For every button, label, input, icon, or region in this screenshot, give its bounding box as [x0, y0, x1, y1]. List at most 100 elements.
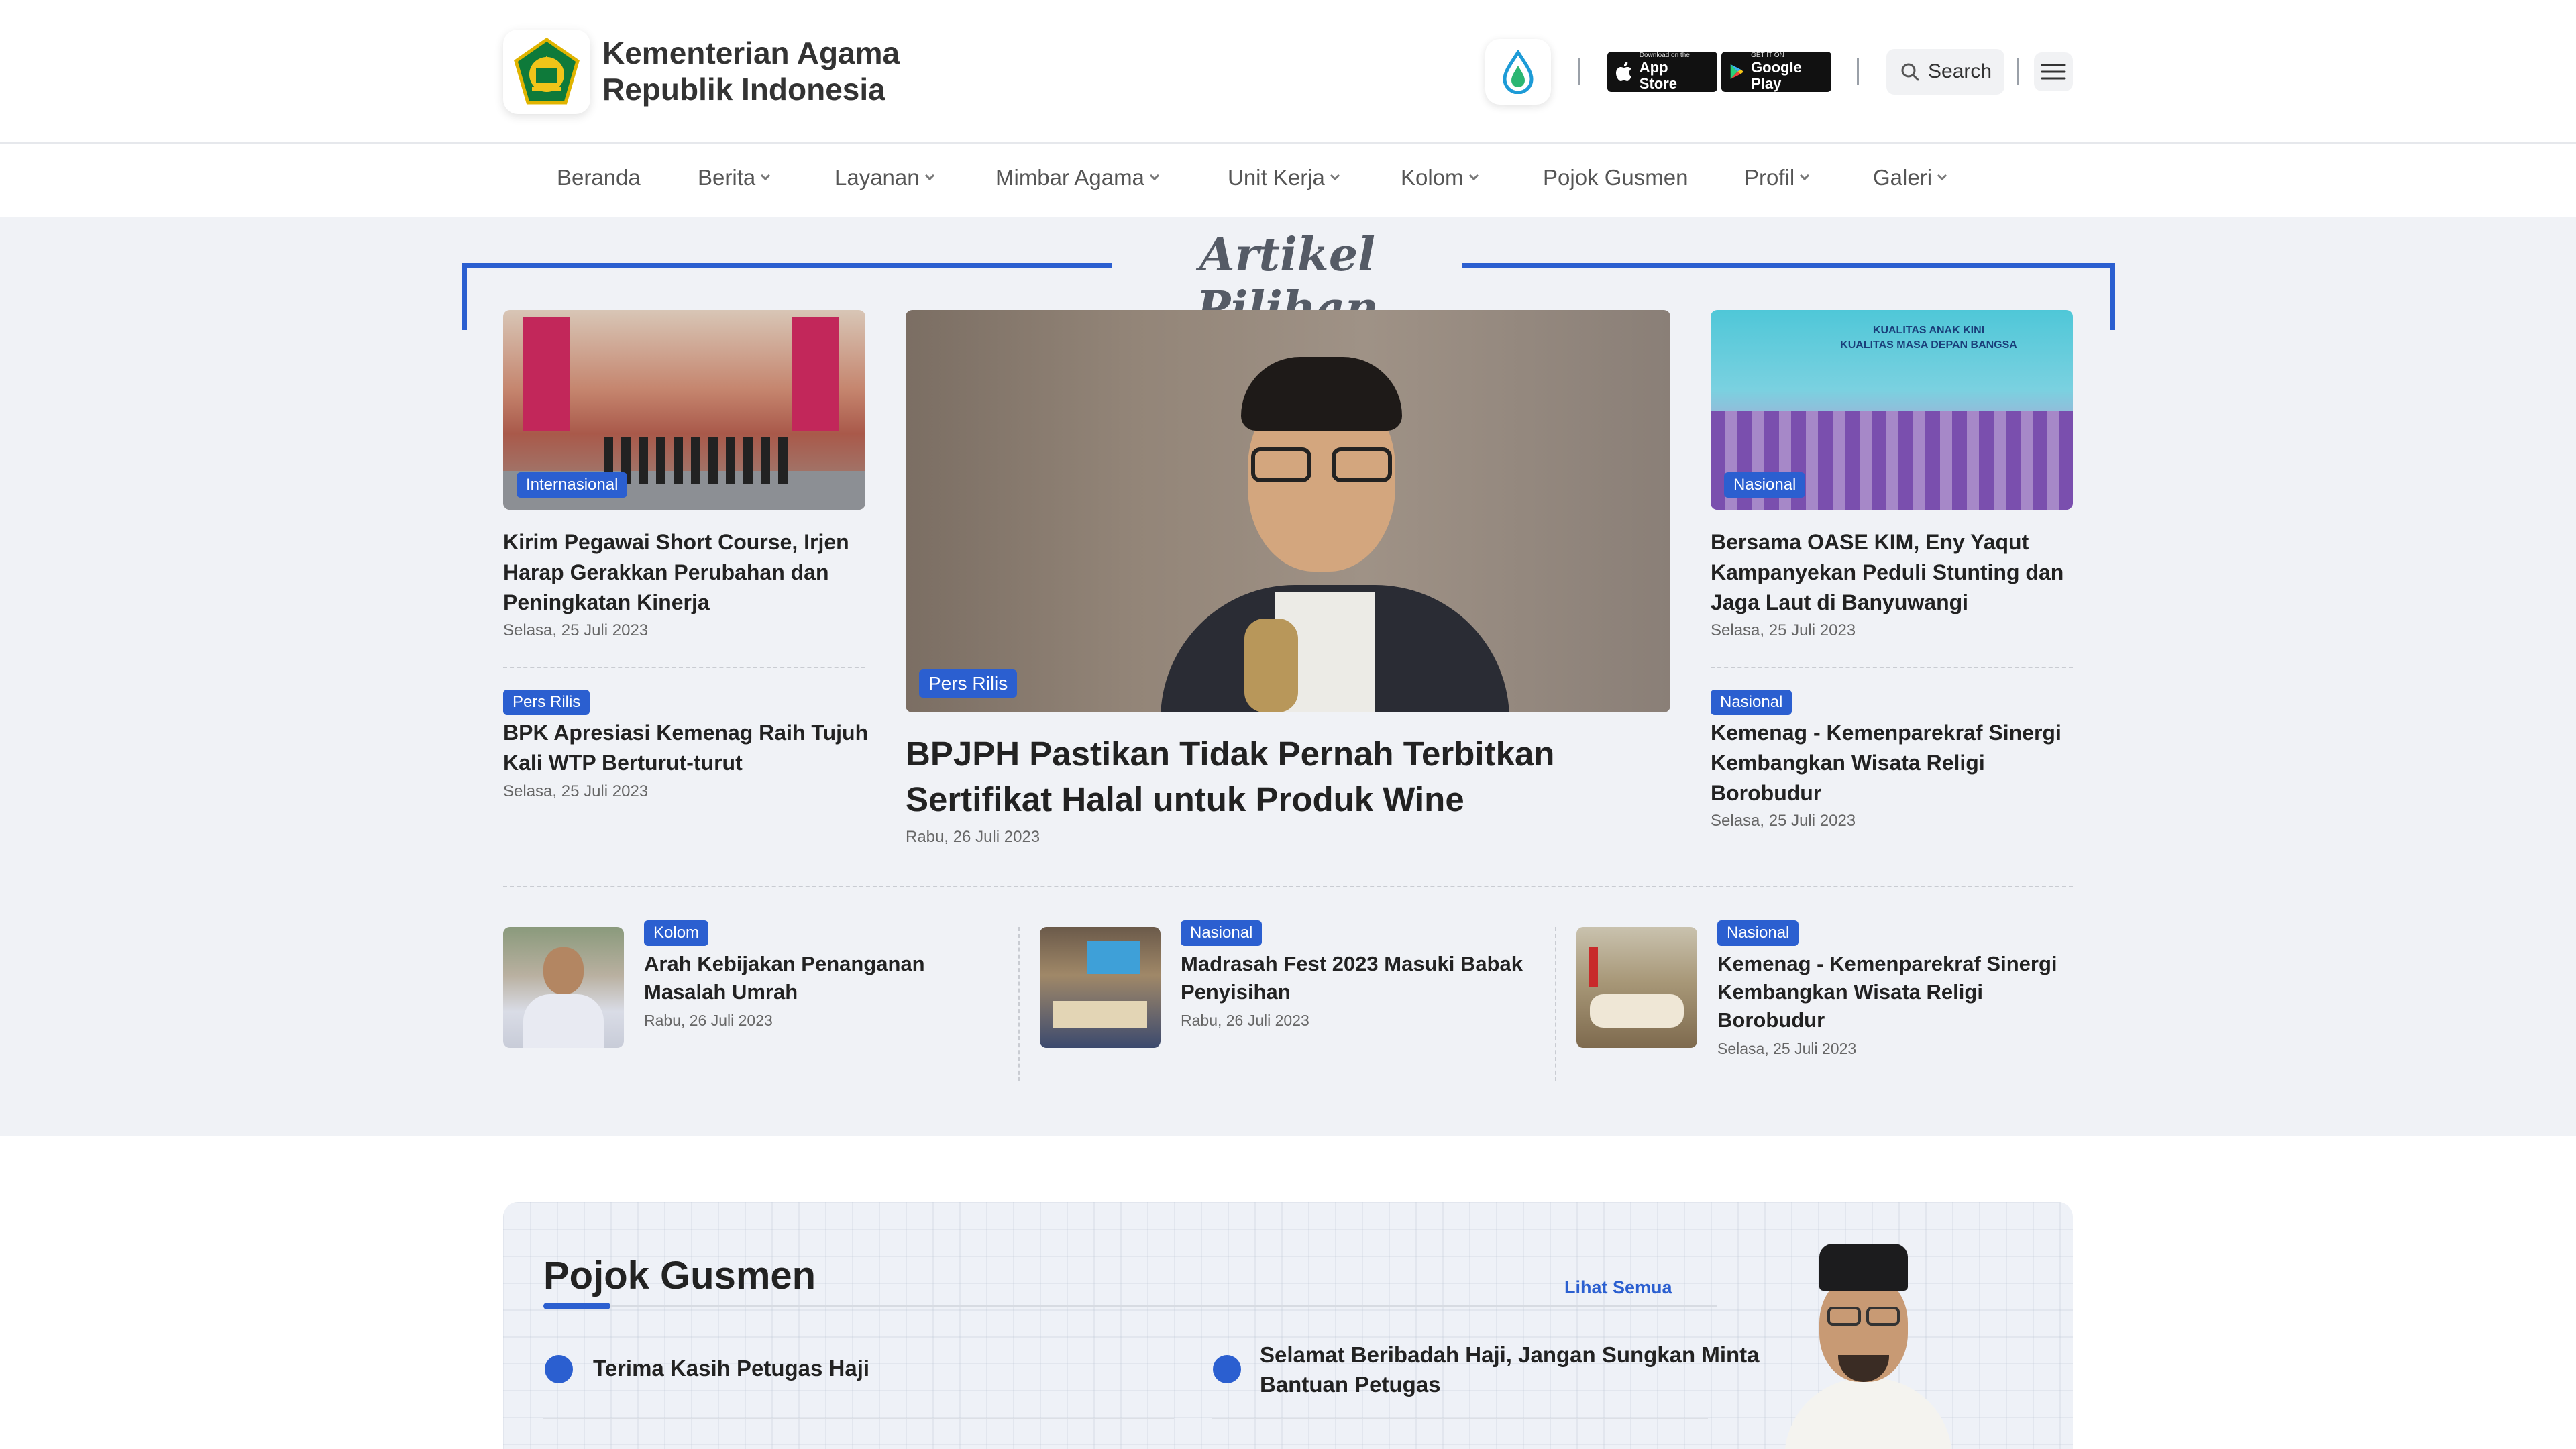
title-rule — [610, 1305, 1717, 1307]
chevron-down-icon — [924, 170, 934, 181]
category-badge[interactable]: Nasional — [1711, 690, 1792, 715]
article-date: Selasa, 25 Juli 2023 — [503, 621, 649, 639]
chevron-down-icon — [761, 170, 771, 181]
glasses-decoration — [1866, 1307, 1900, 1326]
pusaka-app-button[interactable] — [1485, 39, 1551, 105]
header-divider — [2017, 58, 2019, 85]
bullet-icon — [545, 1355, 573, 1383]
app-store-label: App Store — [1639, 59, 1678, 92]
header-divider — [1857, 58, 1859, 85]
nav-item-beranda[interactable]: Beranda — [557, 165, 641, 191]
drop-logo-icon — [1503, 50, 1534, 94]
shirt-decoration — [1784, 1378, 1952, 1449]
search-button[interactable]: Search — [1886, 49, 2004, 95]
desk-decoration — [1053, 1001, 1147, 1028]
divider — [1018, 927, 1020, 1081]
glasses-decoration — [1251, 447, 1311, 482]
category-badge[interactable]: Kolom — [644, 920, 709, 946]
screen-decoration — [1087, 941, 1140, 974]
chevron-down-icon — [1800, 170, 1810, 181]
title-underline — [543, 1303, 610, 1309]
microphone-decoration — [1244, 619, 1298, 712]
pojok-item-title[interactable]: Terima Kasih Petugas Haji — [593, 1354, 1143, 1383]
featured-image[interactable] — [906, 310, 1670, 712]
article-title[interactable]: Kemenag - Kemenparekraf Sinergi Kembangk… — [1717, 950, 2066, 1034]
kemenag-logo[interactable] — [503, 30, 590, 114]
chevron-down-icon — [1468, 170, 1479, 181]
category-badge[interactable]: Nasional — [1181, 920, 1263, 946]
article-date: Selasa, 25 Juli 2023 — [1717, 1040, 1857, 1057]
nav-item-kolom[interactable]: Kolom — [1401, 165, 1479, 191]
see-all-link[interactable]: Lihat Semua — [1564, 1277, 1672, 1298]
site-header: Kementerian Agama Republik Indonesia Dow… — [0, 0, 2576, 144]
article-title[interactable]: Bersama OASE KIM, Eny Yaqut Kampanyekan … — [1711, 527, 2086, 618]
site-brand[interactable]: Kementerian Agama Republik Indonesia — [602, 35, 900, 107]
search-icon — [1901, 63, 1919, 81]
category-badge[interactable]: Pers Rilis — [919, 669, 1018, 698]
category-badge[interactable]: Pers Rilis — [503, 690, 590, 715]
divider — [503, 885, 2073, 887]
pojok-gusmen-section: Pojok Gusmen Lihat Semua Terima Kasih Pe… — [503, 1202, 2073, 1449]
nav-item-unit-kerja[interactable]: Unit Kerja — [1228, 165, 1340, 191]
nav-label: Unit Kerja — [1228, 165, 1325, 190]
category-badge[interactable]: Nasional — [1717, 920, 1799, 946]
google-play-button[interactable]: GET IT ON Google Play — [1721, 52, 1831, 92]
nav-label: Mimbar Agama — [996, 165, 1144, 190]
article-date: Selasa, 25 Juli 2023 — [1711, 621, 1856, 639]
featured-title[interactable]: BPJPH Pastikan Tidak Pernah Terbitkan Se… — [906, 731, 1670, 822]
nav-item-layanan[interactable]: Layanan — [835, 165, 934, 191]
nav-label: Layanan — [835, 165, 920, 190]
article-title[interactable]: Arah Kebijakan Penanganan Masalah Umrah — [644, 950, 993, 1006]
nav-label: Beranda — [557, 165, 641, 190]
bullet-icon — [1213, 1355, 1241, 1383]
divider — [543, 1418, 1174, 1419]
pojok-title: Pojok Gusmen — [543, 1254, 816, 1297]
shirt-decoration — [523, 994, 604, 1048]
header-divider — [1578, 58, 1580, 85]
article-title[interactable]: Kirim Pegawai Short Course, Irjen Harap … — [503, 527, 879, 618]
divider — [1212, 1418, 1708, 1419]
divider — [503, 667, 865, 668]
app-store-button[interactable]: Download on the App Store — [1607, 52, 1717, 92]
hamburger-menu-button[interactable] — [2034, 52, 2073, 91]
article-date: Rabu, 26 Juli 2023 — [644, 1012, 773, 1029]
nav-label: Galeri — [1873, 165, 1933, 190]
nav-label: Profil — [1744, 165, 1795, 190]
banner-line-1: KUALITAS ANAK KINI — [1872, 325, 1985, 336]
article-title[interactable]: Madrasah Fest 2023 Masuki Babak Penyisih… — [1181, 950, 1529, 1006]
divider — [1555, 927, 1556, 1081]
nav-label: Berita — [698, 165, 756, 190]
nav-item-mimbar-agama[interactable]: Mimbar Agama — [996, 165, 1159, 191]
category-badge[interactable]: Nasional — [1724, 472, 1806, 498]
article-thumbnail[interactable] — [503, 927, 624, 1048]
brand-line-1: Kementerian Agama — [602, 36, 900, 70]
nav-item-galeri[interactable]: Galeri — [1873, 165, 1947, 191]
table-decoration — [1590, 994, 1684, 1028]
divider — [1711, 667, 2073, 668]
peci-decoration — [1819, 1244, 1908, 1291]
article-title[interactable]: BPK Apresiasi Kemenag Raih Tujuh Kali WT… — [503, 718, 879, 778]
flag-decoration — [1589, 947, 1598, 987]
main-nav: Beranda Berita Layanan Mimbar Agama Unit… — [0, 145, 2576, 217]
nav-item-pojok-gusmen[interactable]: Pojok Gusmen — [1543, 165, 1688, 191]
minister-photo — [1758, 1237, 1952, 1449]
article-date: Selasa, 25 Juli 2023 — [503, 782, 649, 800]
banner-text: KUALITAS ANAK KINI KUALITAS MASA DEPAN B… — [1818, 323, 2039, 353]
nav-label: Kolom — [1401, 165, 1464, 190]
banner-line-2: KUALITAS MASA DEPAN BANGSA — [1840, 339, 2017, 351]
category-badge[interactable]: Internasional — [517, 472, 628, 498]
nav-item-profil[interactable]: Profil — [1744, 165, 1810, 191]
nav-item-berita[interactable]: Berita — [698, 165, 771, 191]
chevron-down-icon — [1149, 170, 1159, 181]
apple-icon — [1615, 62, 1631, 81]
article-date: Rabu, 26 Juli 2023 — [1181, 1012, 1309, 1029]
article-date: Rabu, 26 Juli 2023 — [906, 828, 1040, 846]
nav-label: Pojok Gusmen — [1543, 165, 1688, 190]
face-decoration — [543, 947, 584, 994]
kemenag-emblem-icon — [514, 37, 580, 105]
banner-decoration — [523, 317, 570, 431]
article-thumbnail[interactable] — [1576, 927, 1697, 1048]
chevron-down-icon — [1330, 170, 1340, 181]
article-thumbnail[interactable] — [1040, 927, 1161, 1048]
article-title[interactable]: Kemenag - Kemenparekraf Sinergi Kembangk… — [1711, 718, 2086, 808]
